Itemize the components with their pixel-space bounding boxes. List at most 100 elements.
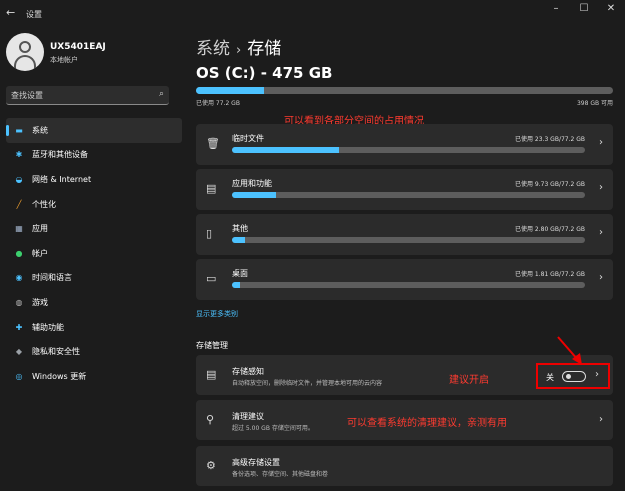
- broom-icon: ⚲: [206, 413, 215, 426]
- category-usage-bar: [232, 147, 585, 153]
- sidebar-item-label: 帐户: [32, 248, 48, 258]
- chevron-right-icon[interactable]: ›: [599, 182, 603, 193]
- chevron-right-icon[interactable]: ›: [595, 369, 599, 380]
- used-label: 已使用 77.2 GB: [196, 100, 240, 107]
- apps-features-icon: ▤: [206, 182, 217, 195]
- title-bar: ← 设置 – ☐ ✕: [0, 0, 625, 26]
- category-usage-fill: [232, 147, 339, 153]
- sidebar-item-label: 隐私和安全性: [32, 347, 80, 357]
- cleanup-desc: 超过 5.00 GB 存储空间可用。: [232, 425, 314, 432]
- sidebar-item[interactable]: ✱ 蓝牙和其他设备: [6, 143, 182, 168]
- advanced-desc: 备份选项、存储空间、其他磁盘和卷: [232, 471, 329, 478]
- sidebar-item-label: 网络 & Internet: [32, 174, 92, 184]
- account-icon: ●: [15, 248, 23, 258]
- sidebar-item-label: 蓝牙和其他设备: [32, 150, 88, 160]
- back-arrow-icon[interactable]: ←: [6, 6, 15, 19]
- category-usage-text: 已使用 2.80 GB/77.2 GB: [515, 226, 585, 233]
- breadcrumb-parent[interactable]: 系统: [196, 39, 230, 59]
- breadcrumb: 系统 › 存储: [196, 34, 281, 59]
- annotation-cleanup: 可以查看系统的清理建议，亲测有用: [347, 418, 507, 429]
- chevron-right-icon[interactable]: ›: [599, 272, 603, 283]
- bluetooth-icon: ✱: [15, 150, 23, 160]
- update-icon: ◎: [15, 371, 23, 381]
- shield-icon: ◆: [15, 347, 23, 357]
- globe-clock-icon: ◉: [15, 273, 23, 283]
- section-title: 存储管理: [196, 341, 228, 350]
- chevron-right-icon[interactable]: ›: [599, 227, 603, 238]
- storage-icon: ▤: [206, 368, 217, 381]
- sidebar-item-label: 辅助功能: [32, 322, 64, 332]
- close-icon[interactable]: ✕: [601, 3, 621, 14]
- wifi-icon: ◒: [15, 174, 23, 184]
- capacity-label: 398 GB 可用: [576, 100, 613, 107]
- account-type: 本地帐户: [50, 56, 78, 64]
- sidebar-item-label: 游戏: [32, 297, 48, 307]
- gear-icon: ⚙: [206, 459, 216, 472]
- category-usage-text: 已使用 23.3 GB/77.2 GB: [515, 136, 585, 143]
- sidebar-item[interactable]: ▬ 系统: [6, 118, 182, 143]
- storage-sense-toggle[interactable]: [562, 371, 586, 382]
- storage-sense-desc: 自动释放空间，删除临时文件，并管理本地可用的云内容: [232, 380, 383, 387]
- category-usage-bar: [232, 237, 585, 243]
- category-usage-text: 已使用 1.81 GB/77.2 GB: [515, 271, 585, 278]
- drive-usage-bar: [196, 87, 613, 94]
- storage-sense-title: 存储感知: [232, 367, 264, 376]
- storage-category-card[interactable]: ▯ 其他 已使用 2.80 GB/77.2 GB ›: [196, 214, 613, 255]
- storage-category-card[interactable]: ▭ 桌面 已使用 1.81 GB/77.2 GB ›: [196, 259, 613, 300]
- document-icon: ▯: [206, 227, 213, 240]
- apps-icon: ▦: [15, 224, 23, 234]
- user-profile[interactable]: UX5401EAJ 本地帐户: [6, 33, 186, 73]
- storage-category-card[interactable]: 🗑 临时文件 已使用 23.3 GB/77.2 GB ›: [196, 124, 613, 165]
- category-title: 桌面: [232, 269, 248, 278]
- sidebar-item-label: 应用: [32, 224, 48, 234]
- advanced-storage-card[interactable]: ⚙ 高级存储设置 备份选项、存储空间、其他磁盘和卷: [196, 446, 613, 486]
- storage-sense-toggle-highlight: 关 ›: [536, 363, 610, 389]
- search-icon[interactable]: ⌕: [159, 89, 164, 99]
- trash-icon: 🗑: [206, 137, 220, 150]
- chevron-right-icon[interactable]: ›: [599, 137, 603, 148]
- display-icon: ▬: [15, 125, 23, 135]
- sidebar-item[interactable]: ╱ 个性化: [6, 192, 182, 217]
- category-title: 临时文件: [232, 134, 264, 143]
- sidebar-item-label: 个性化: [32, 199, 56, 209]
- active-indicator: [6, 125, 9, 136]
- annotation-recommend: 建议开启: [449, 375, 489, 386]
- sidebar-item[interactable]: ✚ 辅助功能: [6, 315, 182, 340]
- cleanup-title: 清理建议: [232, 412, 264, 421]
- sidebar-item-label: 时间和语言: [32, 273, 72, 283]
- sidebar-item-label: 系统: [32, 125, 48, 135]
- show-more-link[interactable]: 显示更多类别: [196, 309, 238, 319]
- category-title: 应用和功能: [232, 179, 272, 188]
- sidebar-nav: ▬ 系统 ✱ 蓝牙和其他设备 ◒ 网络 & Internet ╱ 个性化 ▦ 应用 ● 帐户 ◉ 时间和语…: [6, 118, 182, 389]
- breadcrumb-separator: ›: [236, 43, 242, 58]
- sidebar-item[interactable]: ◉ 时间和语言: [6, 266, 182, 291]
- sidebar-item[interactable]: ◒ 网络 & Internet: [6, 167, 182, 192]
- toggle-knob: [566, 374, 571, 379]
- avatar: [6, 33, 44, 71]
- person-head: [19, 41, 31, 53]
- sidebar-item[interactable]: ▦ 应用: [6, 216, 182, 241]
- sidebar-item[interactable]: ◎ Windows 更新: [6, 364, 182, 389]
- monitor-icon: ▭: [206, 272, 217, 285]
- maximize-icon[interactable]: ☐: [574, 3, 594, 14]
- chevron-right-icon[interactable]: ›: [599, 414, 603, 425]
- sidebar-item[interactable]: ◆ 隐私和安全性: [6, 339, 182, 364]
- category-usage-text: 已使用 9.73 GB/77.2 GB: [515, 181, 585, 188]
- gamepad-icon: ◍: [15, 297, 23, 307]
- drive-usage-fill: [196, 87, 264, 94]
- red-arrow-annotation: [557, 336, 582, 365]
- category-usage-bar: [232, 282, 585, 288]
- storage-category-card[interactable]: ▤ 应用和功能 已使用 9.73 GB/77.2 GB ›: [196, 169, 613, 210]
- user-name: UX5401EAJ: [50, 42, 106, 52]
- search-input[interactable]: [6, 86, 146, 104]
- advanced-title: 高级存储设置: [232, 458, 280, 467]
- sidebar-item[interactable]: ◍ 游戏: [6, 290, 182, 315]
- minimize-icon[interactable]: –: [546, 3, 566, 14]
- person-body: [14, 55, 36, 69]
- category-usage-bar: [232, 192, 585, 198]
- brush-icon: ╱: [16, 199, 22, 209]
- sidebar-item-label: Windows 更新: [32, 371, 87, 381]
- settings-search[interactable]: ⌕: [6, 86, 169, 105]
- sidebar-item[interactable]: ● 帐户: [6, 241, 182, 266]
- category-usage-fill: [232, 282, 241, 288]
